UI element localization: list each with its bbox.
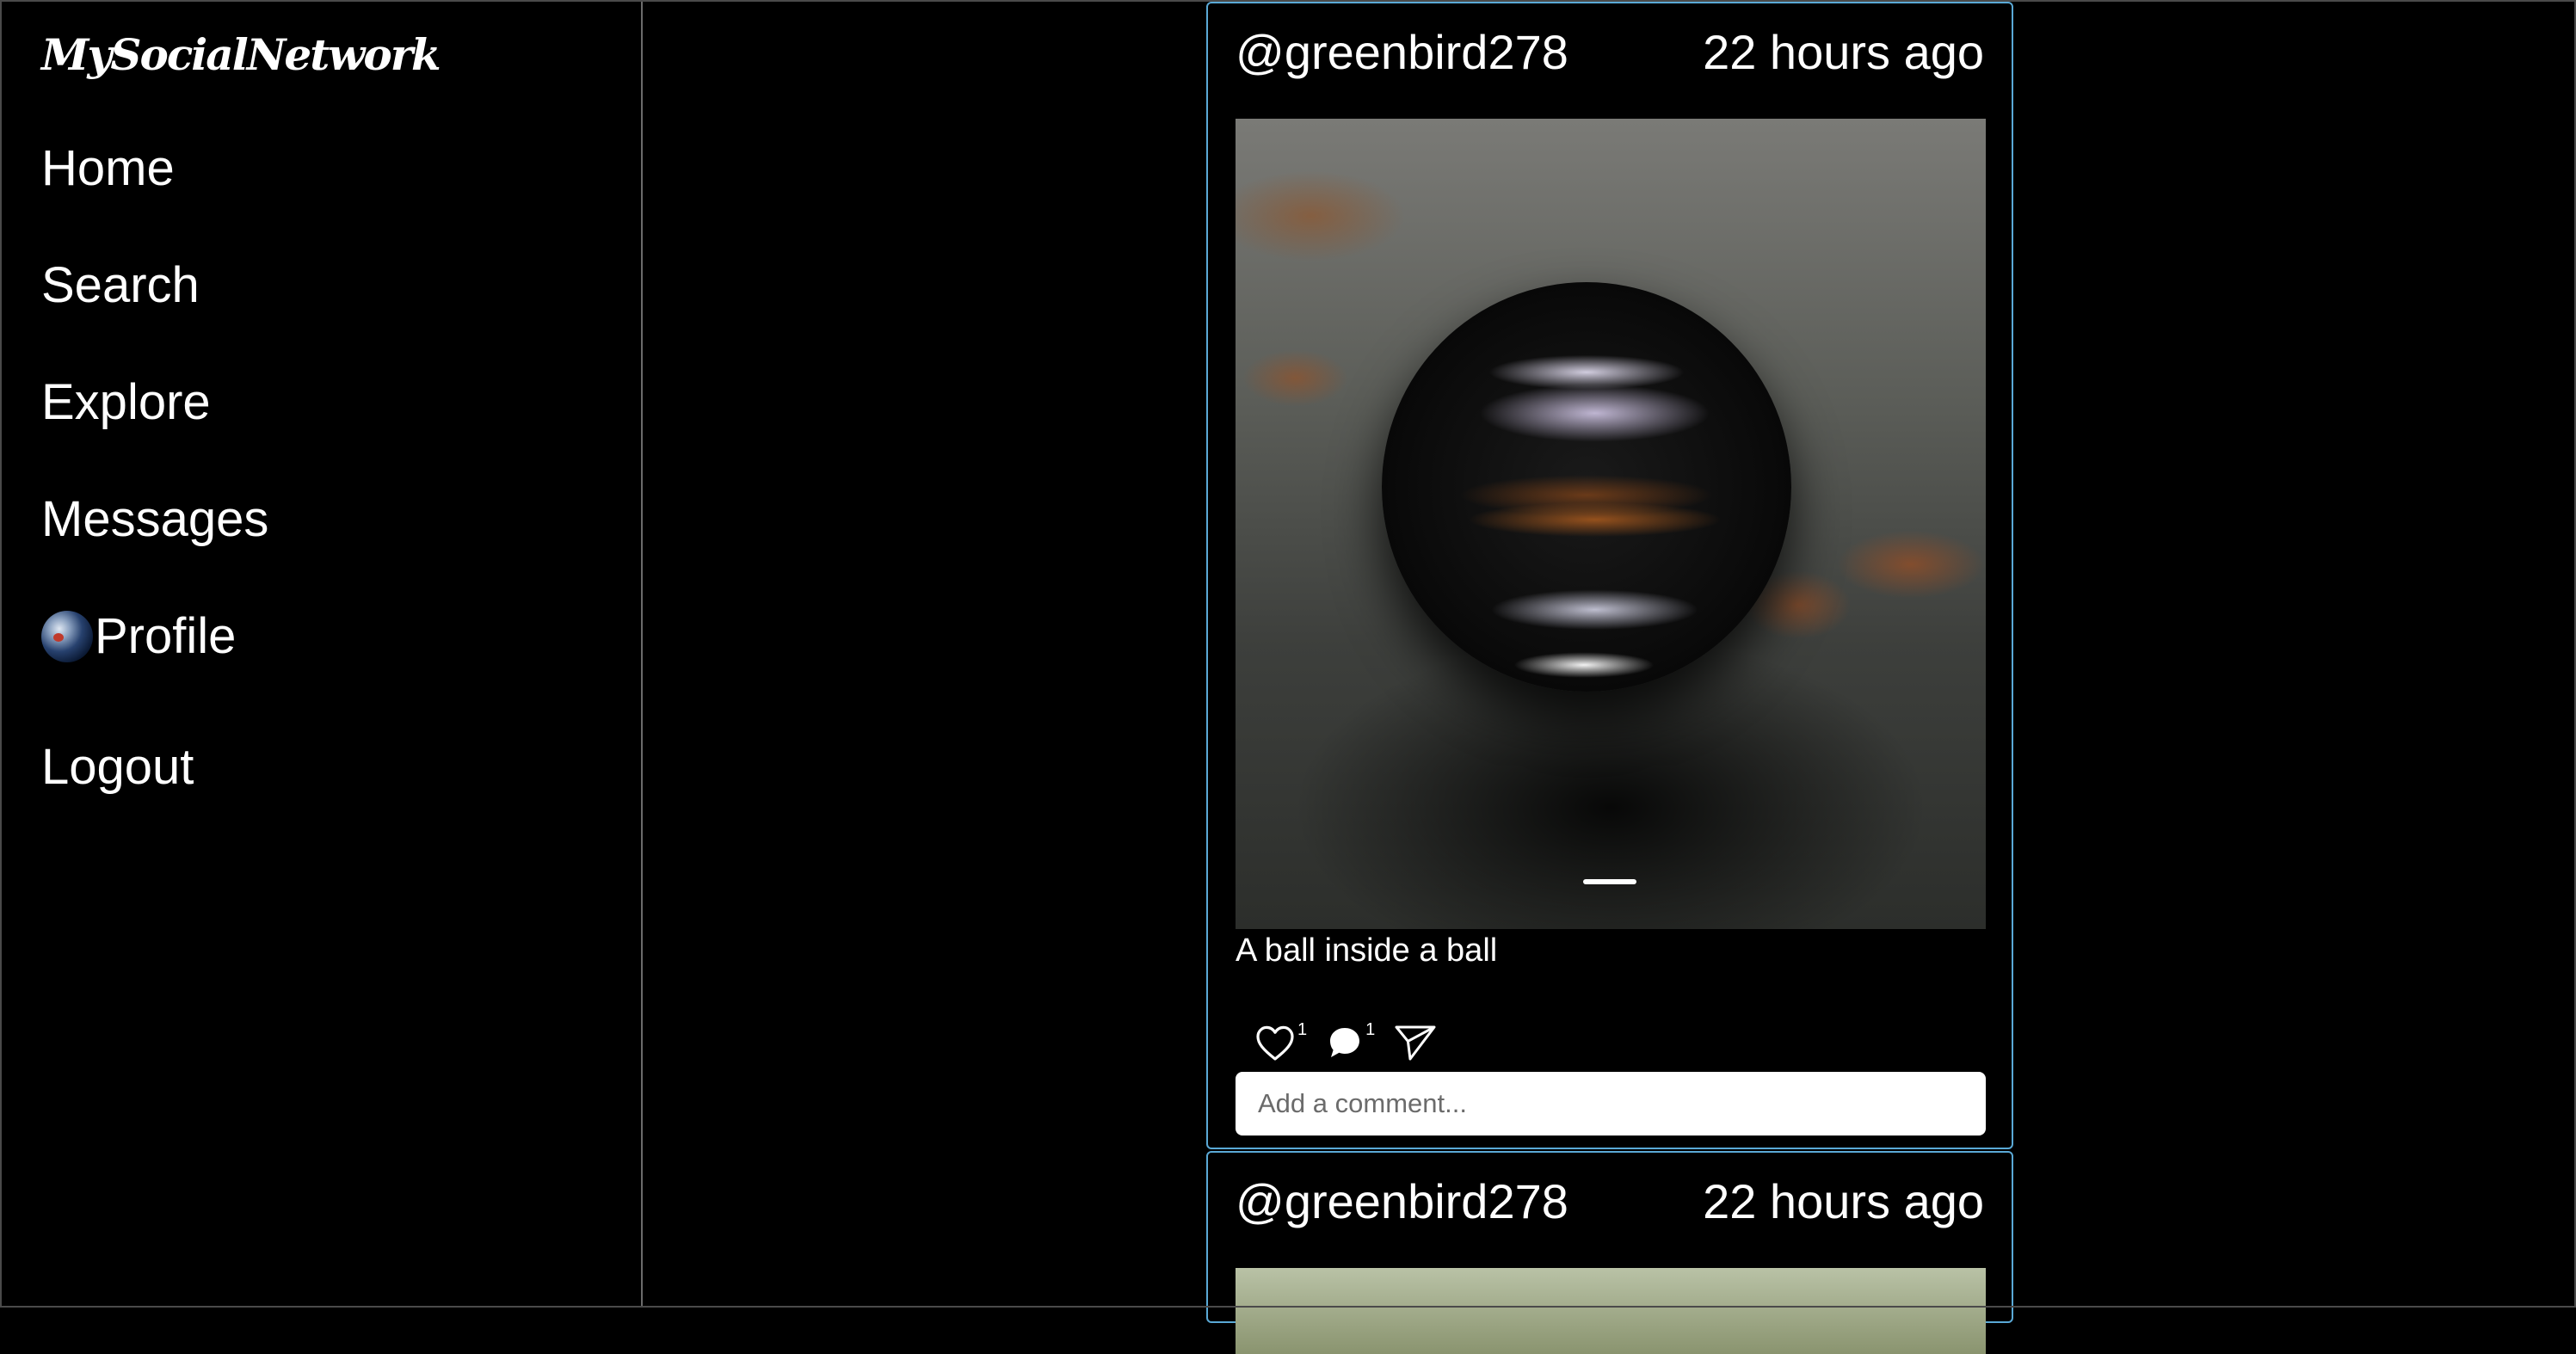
sidebar-item-search[interactable]: Search: [41, 256, 200, 314]
sidebar-item-label: Profile: [95, 608, 237, 664]
sidebar-item-label: Home: [41, 140, 175, 196]
carousel-indicator[interactable]: [1583, 879, 1636, 884]
sidebar-item-label: Messages: [41, 491, 269, 547]
send-icon: [1394, 1024, 1437, 1066]
post-header: @greenbird278 22 hours ago: [1236, 24, 1984, 80]
comment-input[interactable]: [1236, 1072, 1986, 1136]
sphere-highlight: [1513, 652, 1655, 678]
image-background: [1236, 1268, 1986, 1354]
post-header: @greenbird278 22 hours ago: [1236, 1173, 1984, 1229]
sidebar-item-explore[interactable]: Explore: [41, 373, 211, 431]
post-card: @greenbird278 22 hours ago A ball inside…: [1206, 2, 2013, 1149]
share-button[interactable]: [1394, 1024, 1437, 1066]
like-button[interactable]: 1: [1254, 1020, 1307, 1066]
sidebar-item-label: Search: [41, 257, 200, 313]
speech-bubble-icon: [1326, 1024, 1364, 1066]
post-username[interactable]: @greenbird278: [1236, 24, 1568, 80]
sidebar-item-logout[interactable]: Logout: [41, 738, 194, 796]
post-card: @greenbird278 22 hours ago: [1206, 1151, 2013, 1354]
post-image[interactable]: [1236, 1268, 1986, 1354]
sidebar-item-profile[interactable]: Profile: [41, 607, 236, 665]
post-timestamp: 22 hours ago: [1703, 1174, 1984, 1228]
sidebar-item-messages[interactable]: Messages: [41, 490, 268, 548]
post-actions: 1 1: [1254, 1020, 1437, 1066]
glass-sphere: [1382, 282, 1791, 692]
avatar: [41, 610, 93, 662]
heart-icon: [1254, 1024, 1296, 1066]
post-image[interactable]: [1236, 119, 1986, 929]
post-username[interactable]: @greenbird278: [1236, 1173, 1568, 1229]
post-caption: A ball inside a ball: [1236, 932, 1498, 969]
like-count: 1: [1297, 1020, 1308, 1039]
sidebar-item-label: Logout: [41, 739, 194, 795]
sidebar-item-label: Explore: [41, 374, 211, 430]
sidebar-item-home[interactable]: Home: [41, 139, 175, 197]
post-timestamp: 22 hours ago: [1703, 25, 1984, 79]
comment-count: 1: [1365, 1020, 1376, 1039]
brand-logo[interactable]: MySocialNetwork: [41, 29, 441, 80]
comment-button[interactable]: 1: [1326, 1020, 1375, 1066]
sidebar: MySocialNetwork Home Search Explore Mess…: [0, 0, 643, 1308]
